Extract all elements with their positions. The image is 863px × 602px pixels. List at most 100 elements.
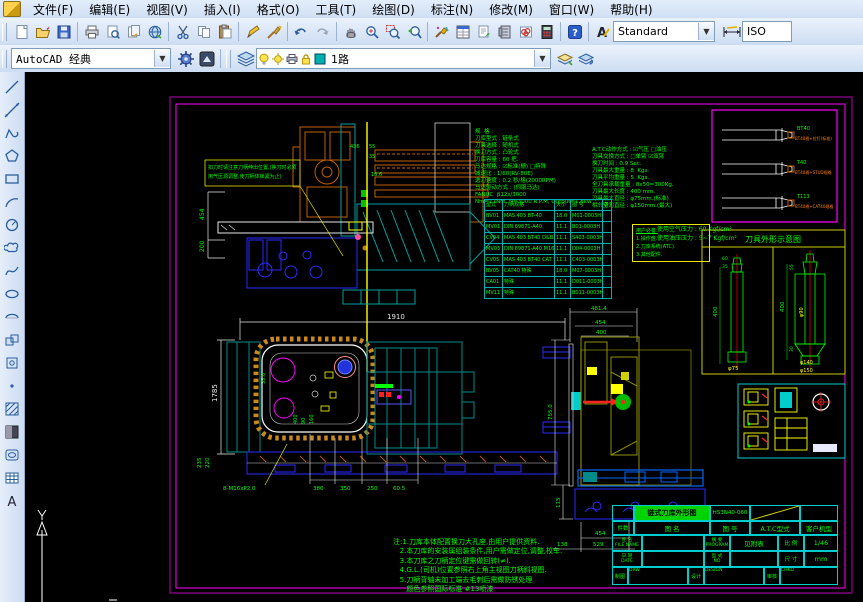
cell-size: 11.1 xyxy=(555,222,571,233)
combo-arrow-icon[interactable]: ▼ xyxy=(698,23,714,40)
zoom-window-icon[interactable] xyxy=(382,21,403,42)
save-icon[interactable] xyxy=(53,21,74,42)
combo-arrow-icon[interactable]: ▼ xyxy=(154,50,170,67)
toolbar-grip[interactable] xyxy=(2,50,7,68)
toolbar-grip[interactable] xyxy=(2,23,7,41)
section-code: BT40 xyxy=(797,126,810,132)
open-icon[interactable] xyxy=(32,21,53,42)
tb-abstract-label: 摘 要 PROGRAM xyxy=(704,535,730,551)
workspace-save-icon[interactable] xyxy=(196,48,217,69)
insert-block-icon[interactable] xyxy=(1,329,23,351)
designcenter-icon[interactable] xyxy=(473,21,494,42)
paste-icon[interactable] xyxy=(214,21,235,42)
hatch-icon[interactable] xyxy=(1,398,23,420)
menu-item[interactable]: 视图(V) xyxy=(138,0,196,19)
layer-plot-printer-icon[interactable] xyxy=(286,53,298,65)
plot-preview-icon[interactable] xyxy=(102,21,123,42)
zoom-realtime-icon[interactable] xyxy=(361,21,382,42)
text-style-icon[interactable]: A xyxy=(592,21,613,42)
ellipse-icon[interactable] xyxy=(1,283,23,305)
dim-text: 115 xyxy=(556,497,562,508)
menu-item[interactable]: 文件(F) xyxy=(25,0,81,19)
construction-line-icon[interactable] xyxy=(1,99,23,121)
new-icon[interactable] xyxy=(11,21,32,42)
polygon-icon[interactable] xyxy=(1,145,23,167)
spline-icon[interactable] xyxy=(1,260,23,282)
region-icon[interactable] xyxy=(1,444,23,466)
revision-cloud-icon[interactable] xyxy=(1,237,23,259)
menu-item[interactable]: 标注(N) xyxy=(423,0,481,19)
tb-file-en: FILE NAME xyxy=(615,543,639,548)
dim-style-icon[interactable] xyxy=(721,21,742,42)
sketch-brush-icon[interactable] xyxy=(263,21,284,42)
table-icon[interactable] xyxy=(1,467,23,489)
menu-item[interactable]: 编辑(E) xyxy=(81,0,138,19)
make-block-icon[interactable] xyxy=(1,352,23,374)
dim-text: φ140 xyxy=(800,360,813,366)
layer-lock-icon[interactable] xyxy=(300,53,312,65)
spec-line: 刀具平均重量 : 5 Kgs. xyxy=(592,175,674,182)
toolbar-separator xyxy=(168,22,169,41)
zoom-previous-icon[interactable] xyxy=(403,21,424,42)
layer-states-icon[interactable] xyxy=(555,48,576,69)
layer-freeze-sun-icon[interactable] xyxy=(272,53,284,65)
gripper-detail-box xyxy=(738,384,845,458)
pan-icon[interactable] xyxy=(340,21,361,42)
web-publish-icon[interactable] xyxy=(144,21,165,42)
spec-line: 换刀时间 : 0.9 Sec. xyxy=(592,161,674,168)
tb-no-label: 图 号 xyxy=(710,521,750,535)
dim-text: 1910 xyxy=(387,313,405,321)
drawing-canvas[interactable]: 454 200 436 55 35 16.6 扣刀时请注意刀柄伸出位置,(换刀时… xyxy=(25,72,863,602)
workspace-combo[interactable]: AutoCAD 经典 ▼ xyxy=(11,48,171,69)
app-icon[interactable] xyxy=(3,1,21,17)
rectangle-icon[interactable] xyxy=(1,168,23,190)
layer-on-bulb-icon[interactable] xyxy=(258,53,270,65)
properties-palette-icon[interactable] xyxy=(452,21,473,42)
line-icon[interactable] xyxy=(1,76,23,98)
base-strip xyxy=(247,452,557,474)
layer-color-swatch[interactable] xyxy=(314,53,326,65)
layers-icon[interactable] xyxy=(235,48,256,69)
redo-icon[interactable] xyxy=(312,21,333,42)
toolbar-grip[interactable] xyxy=(226,50,231,68)
menu-item[interactable]: 帮助(H) xyxy=(602,0,660,19)
layer-previous-icon[interactable] xyxy=(576,48,597,69)
match-properties-icon[interactable] xyxy=(431,21,452,42)
polyline-icon[interactable] xyxy=(1,122,23,144)
gradient-icon[interactable] xyxy=(1,421,23,443)
circle-icon[interactable] xyxy=(1,214,23,236)
markup-manager-icon[interactable] xyxy=(515,21,536,42)
tb-customer-label: 客户机型 xyxy=(800,521,838,535)
spec-line: 刀具选择 : 随机式 xyxy=(475,143,591,150)
section-code: T40 xyxy=(796,160,806,166)
cell-model: CV04 xyxy=(485,233,503,244)
menu-item[interactable]: 窗口(W) xyxy=(541,0,602,19)
combo-arrow-icon[interactable]: ▼ xyxy=(534,50,550,67)
menu-item[interactable]: 工具(T) xyxy=(308,0,365,19)
undo-icon[interactable] xyxy=(291,21,312,42)
menu-item[interactable]: 格式(O) xyxy=(249,0,308,19)
copy-icon[interactable] xyxy=(193,21,214,42)
tb-drawing-number: HS3N40-060 xyxy=(710,505,750,521)
ellipse-arc-icon[interactable] xyxy=(1,306,23,328)
menu-item[interactable]: 绘图(D) xyxy=(364,0,423,19)
dim-text: φ90 xyxy=(799,307,805,317)
plot-icon[interactable] xyxy=(81,21,102,42)
publish-icon[interactable] xyxy=(123,21,144,42)
point-icon[interactable] xyxy=(1,375,23,397)
menu-item[interactable]: 插入(I) xyxy=(196,0,249,19)
menu-item[interactable]: 修改(M) xyxy=(481,0,541,19)
workspace-gear-icon[interactable] xyxy=(175,48,196,69)
help-icon[interactable]: ? xyxy=(564,21,585,42)
layer-combo[interactable]: 1路 ▼ xyxy=(256,48,551,69)
cell-shank-spec: 特殊 xyxy=(503,277,555,288)
dim-style-combo[interactable]: ISO xyxy=(742,21,792,42)
tool-palettes-icon[interactable] xyxy=(494,21,515,42)
mtext-icon[interactable]: A xyxy=(1,490,23,512)
arc-icon[interactable] xyxy=(1,191,23,213)
text-style-combo[interactable]: Standard ▼ xyxy=(613,21,715,42)
quickcalc-icon[interactable] xyxy=(536,21,557,42)
match-pen-icon[interactable] xyxy=(242,21,263,42)
cut-icon[interactable] xyxy=(172,21,193,42)
tb-design-label: 设计 xyxy=(688,567,704,585)
